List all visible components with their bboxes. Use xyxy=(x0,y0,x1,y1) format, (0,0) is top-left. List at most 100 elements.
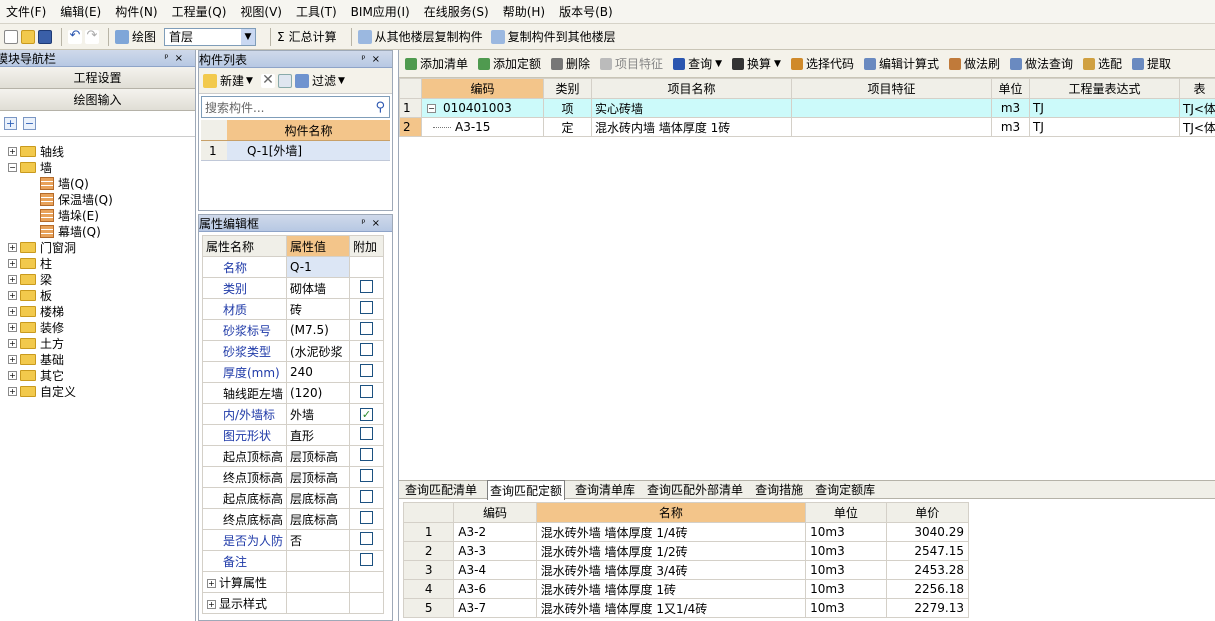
property-value[interactable]: (M7.5) xyxy=(286,319,350,341)
add-checkbox[interactable] xyxy=(360,322,373,335)
quota-name[interactable]: 混水砖外墙 墙体厚度 1又1/4砖 xyxy=(535,598,807,618)
select-code-button[interactable]: 选择代码 xyxy=(790,55,854,72)
add-checkbox[interactable] xyxy=(360,280,373,293)
quota-unit[interactable]: 10m3 xyxy=(805,598,887,618)
tree-item[interactable]: + 装修 xyxy=(0,319,195,335)
tree-item[interactable]: 墙垛(E) xyxy=(0,207,195,223)
tree-item[interactable]: 保温墙(Q) xyxy=(0,191,195,207)
collapse-icon[interactable]: − xyxy=(427,104,436,113)
expand-icon[interactable]: + xyxy=(207,578,216,588)
column-header[interactable]: 单位 xyxy=(805,502,887,523)
quota-unit[interactable]: 10m3 xyxy=(805,579,887,599)
property-row[interactable]: 砂浆标号 (M7.5) xyxy=(202,319,384,341)
tree-item[interactable]: − 墙 xyxy=(0,159,195,175)
property-value[interactable]: (水泥砂浆 xyxy=(286,340,350,362)
quota-price[interactable]: 3040.29 xyxy=(885,522,970,542)
column-header[interactable]: 项目名称 xyxy=(591,78,792,99)
menu-version[interactable]: 版本号(B) xyxy=(559,3,613,20)
property-value[interactable]: 层顶标高 xyxy=(286,445,350,467)
column-header[interactable]: 类别 xyxy=(543,78,592,99)
add-checkbox[interactable] xyxy=(360,385,373,398)
tree-item[interactable]: + 柱 xyxy=(0,255,195,271)
quota-unit[interactable]: 10m3 xyxy=(805,522,887,542)
column-header[interactable]: 表 xyxy=(1179,78,1215,99)
column-header[interactable]: 工程量表达式 xyxy=(1029,78,1180,99)
project-settings-button[interactable]: 工程设置 xyxy=(0,67,195,89)
draw-button[interactable]: 绘图 xyxy=(115,28,156,45)
bill-type[interactable]: 项 xyxy=(543,98,592,118)
sum-calc-button[interactable]: Σ 汇总计算 xyxy=(277,28,337,45)
menu-help[interactable]: 帮助(H) xyxy=(503,3,545,20)
copy-icon[interactable] xyxy=(277,73,292,88)
add-checkbox[interactable] xyxy=(360,553,373,566)
feature-button[interactable]: 项目特征 xyxy=(600,55,663,72)
bill-extra[interactable]: TJ<体积> xyxy=(1179,117,1215,137)
pin-close-icon[interactable]: ᵖ× xyxy=(164,53,189,64)
property-value[interactable]: 砖 xyxy=(286,298,350,320)
quota-name[interactable]: 混水砖外墙 墙体厚度 3/4砖 xyxy=(535,560,807,580)
bill-type[interactable]: 定 xyxy=(543,117,592,137)
quota-name[interactable]: 混水砖外墙 墙体厚度 1/4砖 xyxy=(535,522,807,542)
menu-component[interactable]: 构件(N) xyxy=(115,3,157,20)
property-row[interactable]: 砂浆类型 (水泥砂浆 xyxy=(202,340,384,362)
tree-item[interactable]: + 轴线 xyxy=(0,143,195,159)
bill-expression[interactable]: TJ xyxy=(1029,98,1180,118)
tree-item[interactable]: + 梁 xyxy=(0,271,195,287)
save-icon[interactable] xyxy=(38,29,52,44)
property-value[interactable]: 砌体墙 xyxy=(286,277,350,299)
copy-to-floor-button[interactable]: 复制构件到其他楼层 xyxy=(490,28,616,45)
expand-icon[interactable]: + xyxy=(8,322,17,332)
undo-icon[interactable]: ↶ xyxy=(68,29,82,44)
tree-item[interactable]: + 门窗洞 xyxy=(0,239,195,255)
quota-code[interactable]: A3-7 xyxy=(453,598,537,618)
search-icon[interactable]: ⚲ xyxy=(375,100,385,115)
bill-unit[interactable]: m3 xyxy=(991,98,1030,118)
tree-item[interactable]: + 基础 xyxy=(0,351,195,367)
property-row[interactable]: 终点顶标高 层顶标高 xyxy=(202,466,384,488)
table-row[interactable]: 1−010401003项实心砖墙 m3TJTJ<体积> xyxy=(399,98,1215,118)
bill-name[interactable]: 实心砖墙 xyxy=(591,98,792,118)
property-row[interactable]: 备注 xyxy=(202,550,384,572)
property-row[interactable]: 轴线距左墙 (120) xyxy=(202,382,384,404)
expand-icon[interactable]: + xyxy=(8,386,17,396)
table-row[interactable]: 3 A3-4 混水砖外墙 墙体厚度 3/4砖 10m3 2453.28 xyxy=(402,560,970,580)
bill-code[interactable]: A3-15 xyxy=(421,117,544,137)
expand-icon[interactable]: + xyxy=(8,290,17,300)
menu-file[interactable]: 文件(F) xyxy=(6,3,46,20)
add-checkbox[interactable] xyxy=(360,364,373,377)
add-checkbox[interactable]: ✓ xyxy=(360,408,373,421)
column-header[interactable]: 名称 xyxy=(535,502,807,523)
quota-price[interactable]: 2547.15 xyxy=(885,541,970,561)
quota-unit[interactable]: 10m3 xyxy=(805,560,887,580)
property-value[interactable]: 外墙 xyxy=(286,403,350,425)
property-value[interactable]: 否 xyxy=(286,529,350,551)
menu-quantity[interactable]: 工程量(Q) xyxy=(172,3,227,20)
copy-from-floor-button[interactable]: 从其他楼层复制构件 xyxy=(357,28,483,45)
edit-formula-button[interactable]: 编辑计算式 xyxy=(863,55,939,72)
property-row[interactable]: 材质砖 xyxy=(202,298,384,320)
expand-icon[interactable]: + xyxy=(8,338,17,348)
add-checkbox[interactable] xyxy=(360,427,373,440)
bill-feature[interactable] xyxy=(791,98,992,118)
property-value[interactable]: 层底标高 xyxy=(286,487,350,509)
convert-button[interactable]: 换算 ▼ xyxy=(732,55,781,72)
menu-online[interactable]: 在线服务(S) xyxy=(424,3,489,20)
tab-query[interactable]: 查询清单库 xyxy=(573,481,637,498)
bill-expression[interactable]: TJ xyxy=(1029,117,1180,137)
property-row[interactable]: 厚度(mm) 240 xyxy=(202,361,384,383)
menu-tools[interactable]: 工具(T) xyxy=(296,3,337,20)
add-checkbox[interactable] xyxy=(360,511,373,524)
draw-input-button[interactable]: 绘图输入 xyxy=(0,89,195,111)
column-header[interactable]: 单位 xyxy=(991,78,1030,99)
table-row[interactable]: 1 A3-2 混水砖外墙 墙体厚度 1/4砖 10m3 3040.29 xyxy=(402,522,970,542)
table-row[interactable]: 2A3-15定混水砖内墙 墙体厚度 1砖 m3TJTJ<体积> xyxy=(399,117,1215,137)
property-value[interactable]: 层底标高 xyxy=(286,508,350,530)
collapse-all-icon[interactable]: − xyxy=(23,117,36,130)
table-row[interactable]: 4 A3-6 混水砖外墙 墙体厚度 1砖 10m3 2256.18 xyxy=(402,579,970,599)
pin-close-icon[interactable]: ᵖ× xyxy=(361,218,386,229)
property-row[interactable]: 起点底标高 层底标高 xyxy=(202,487,384,509)
tree-item[interactable]: 幕墙(Q) xyxy=(0,223,195,239)
table-row[interactable]: 5 A3-7 混水砖外墙 墙体厚度 1又1/4砖 10m3 2279.13 xyxy=(402,598,970,618)
tree-item[interactable]: 墙(Q) xyxy=(0,175,195,191)
quota-unit[interactable]: 10m3 xyxy=(805,541,887,561)
